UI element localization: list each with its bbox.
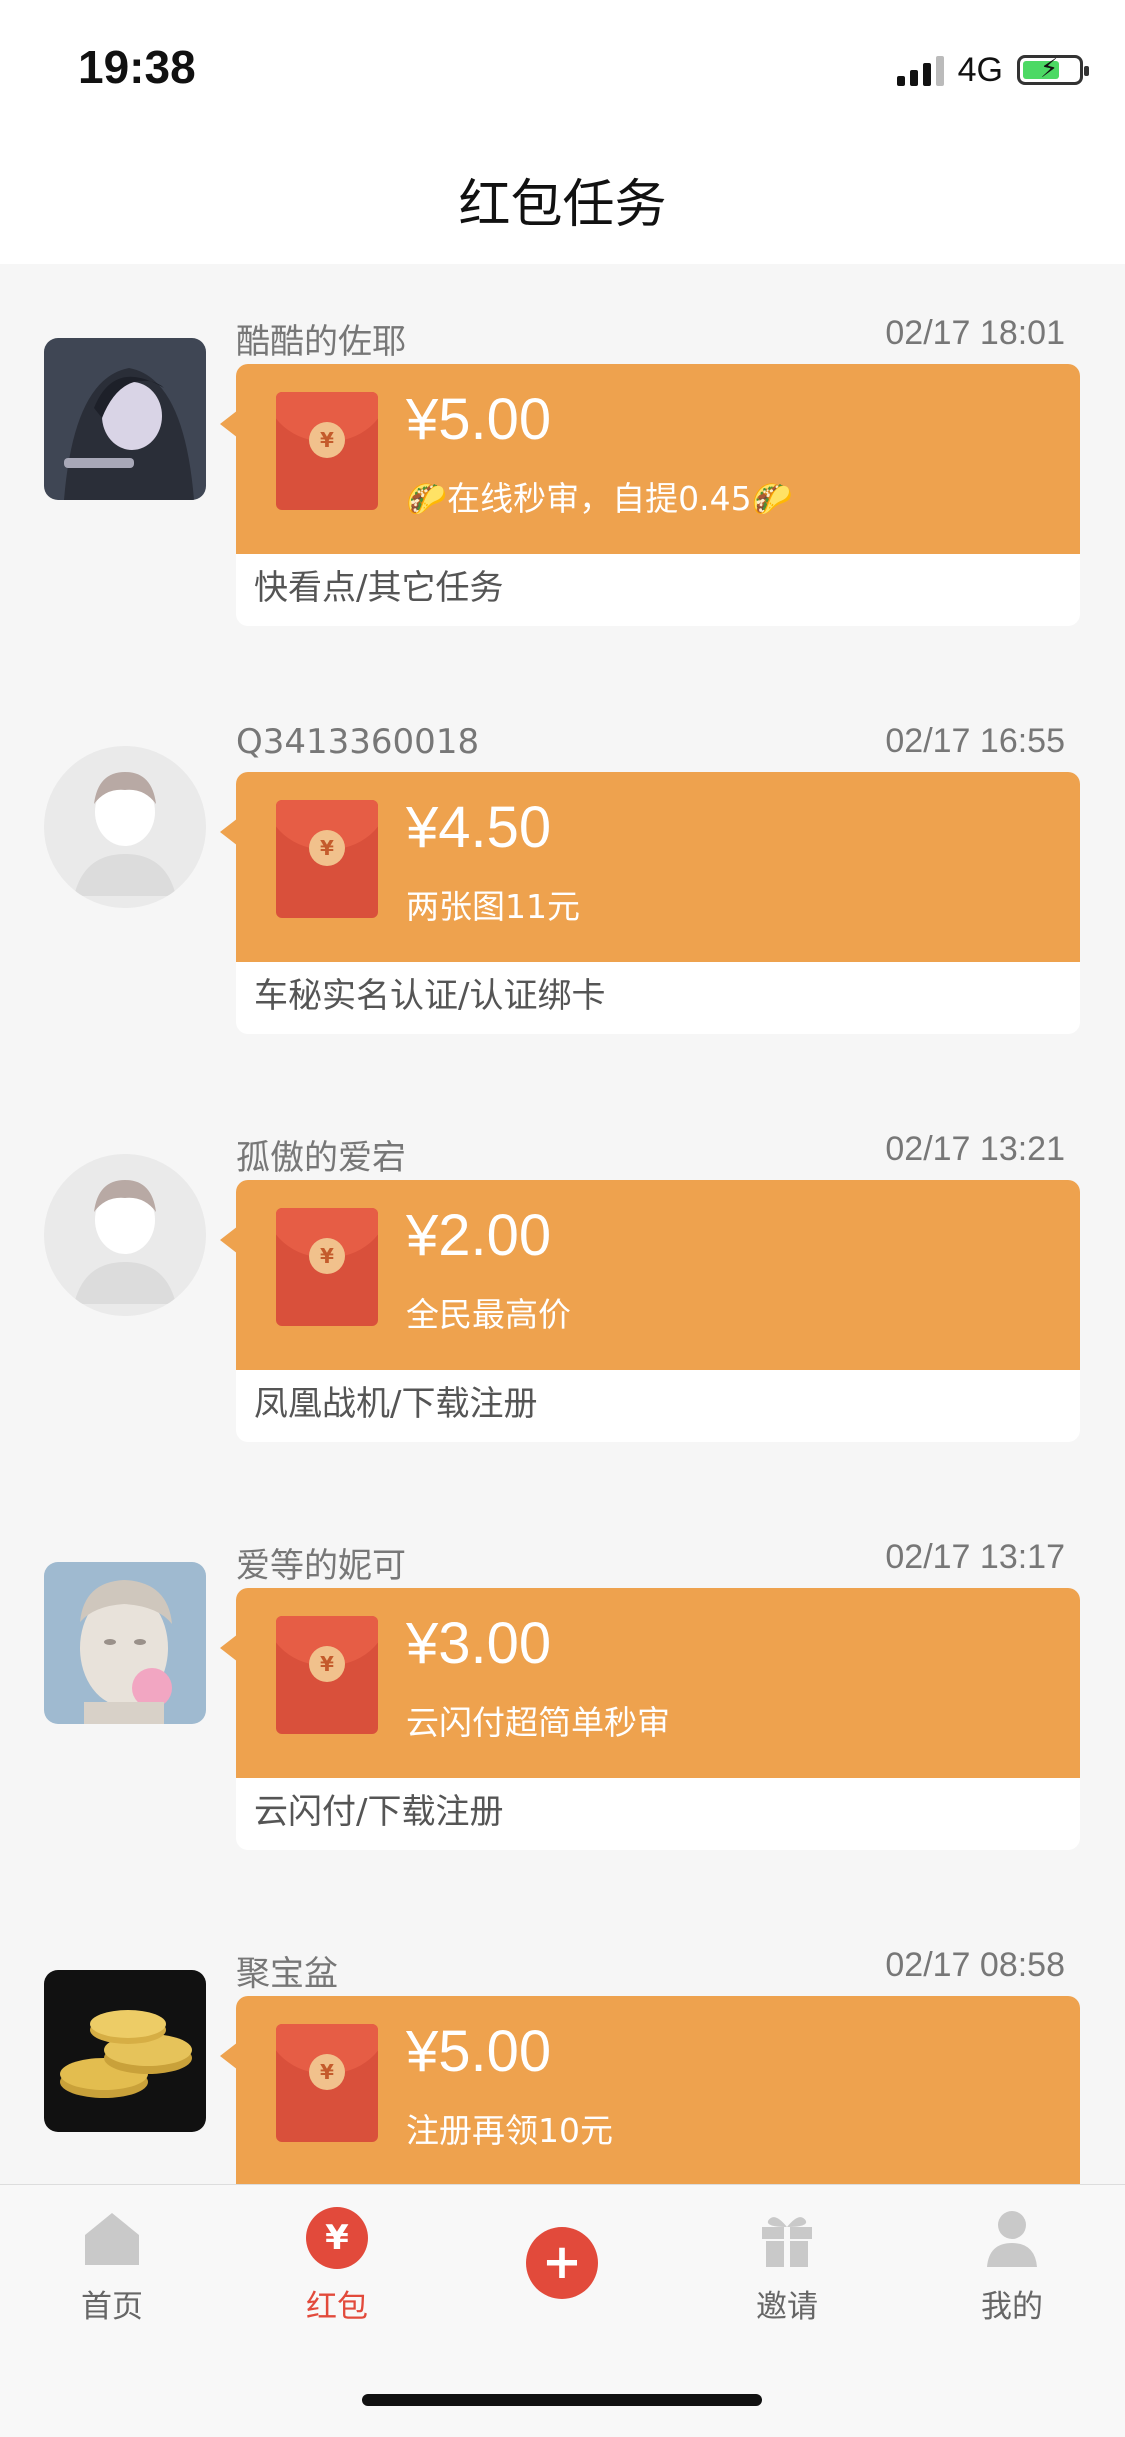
task-category: 快看点/其它任务: [254, 568, 504, 608]
task-category: 车秘实名认证/认证绑卡: [254, 976, 606, 1016]
username: 孤傲的爱宕: [236, 1138, 406, 1178]
reward-amount: ¥5.00: [406, 387, 552, 452]
person-icon: [981, 2207, 1043, 2269]
red-packet-card[interactable]: ¥ ¥4.50 两张图11元 车秘实名认证/认证绑卡: [236, 772, 1080, 1034]
task-description: 云闪付超简单秒审: [406, 1703, 670, 1742]
avatar[interactable]: [44, 1970, 206, 2132]
card-pointer: [220, 818, 238, 846]
post-time: 02/17 08:58: [885, 1946, 1065, 1984]
nav-bar: 红包任务: [0, 132, 1125, 264]
reward-amount: ¥4.50: [406, 795, 552, 860]
plus-icon: +: [526, 2227, 598, 2299]
home-icon: [81, 2207, 143, 2269]
tab-yuan-symbol: ¥: [306, 2207, 368, 2269]
task-description: 注册再领10元: [406, 2111, 613, 2150]
task-category: 云闪付/下载注册: [254, 1792, 504, 1832]
coin-icon: ¥: [309, 1238, 345, 1274]
list-item: 爱等的妮可 02/17 13:17 ¥ ¥3.00 云闪付超简单秒审 云闪付/下…: [0, 1488, 1125, 1896]
avatar[interactable]: [44, 746, 206, 908]
list-item: 孤傲的爱宕 02/17 13:21 ¥ ¥2.00 全民最高价 凤凰战机/下载注…: [0, 1080, 1125, 1488]
red-envelope-icon: ¥: [276, 1616, 378, 1734]
tab-home[interactable]: 首页: [42, 2207, 182, 2326]
coin-icon: ¥: [309, 422, 345, 458]
red-envelope-icon: ¥: [276, 392, 378, 510]
reward-amount: ¥3.00: [406, 1611, 552, 1676]
coin-icon: ¥: [309, 1646, 345, 1682]
red-envelope-icon: ¥: [276, 800, 378, 918]
red-packet-card[interactable]: ¥ ¥5.00 注册再领10元: [236, 1996, 1080, 2184]
username: 爱等的妮可: [236, 1546, 406, 1586]
signal-icon: [896, 54, 944, 86]
red-envelope-icon: ¥: [276, 1208, 378, 1326]
red-envelope-icon: ¥: [276, 2024, 378, 2142]
reward-amount: ¥2.00: [406, 1203, 552, 1268]
coin-icon: ¥: [309, 830, 345, 866]
status-time: 19:38: [78, 41, 196, 93]
network-label: 4G: [957, 50, 1003, 89]
task-category: 凤凰战机/下载注册: [254, 1384, 538, 1424]
coin-icon: ¥: [309, 2054, 345, 2090]
username: 酷酷的佐耶: [236, 322, 406, 362]
tab-mine[interactable]: 我的: [942, 2207, 1082, 2326]
card-pointer: [220, 2042, 238, 2070]
red-packet-card[interactable]: ¥ ¥5.00 🌮在线秒审，自提0.45🌮 快看点/其它任务: [236, 364, 1080, 626]
card-pointer: [220, 1226, 238, 1254]
post-time: 02/17 13:21: [885, 1130, 1065, 1168]
home-indicator[interactable]: [362, 2394, 762, 2406]
gift-icon: [756, 2207, 818, 2269]
post-time: 02/17 18:01: [885, 314, 1065, 352]
red-packet-card[interactable]: ¥ ¥2.00 全民最高价 凤凰战机/下载注册: [236, 1180, 1080, 1442]
list-item: Q3413360018 02/17 16:55 ¥ ¥4.50 两张图11元 车…: [0, 672, 1125, 1080]
avatar[interactable]: [44, 1154, 206, 1316]
tab-publish[interactable]: +: [492, 2227, 632, 2311]
list-item: 聚宝盆 02/17 08:58 ¥ ¥5.00 注册再领10元: [0, 1896, 1125, 2184]
reward-amount: ¥5.00: [406, 2019, 552, 2084]
username: Q3413360018: [236, 722, 480, 762]
tab-label: 邀请: [756, 2289, 818, 2325]
username: 聚宝盆: [236, 1954, 338, 1994]
tab-label: 首页: [81, 2289, 143, 2325]
task-description: 两张图11元: [406, 887, 580, 926]
tab-plus-symbol: +: [526, 2227, 598, 2299]
tab-label: 我的: [981, 2289, 1043, 2325]
post-time: 02/17 13:17: [885, 1538, 1065, 1576]
task-feed[interactable]: 酷酷的佐耶 02/17 18:01 ¥ ¥5.00 🌮在线秒审，自提0.45🌮 …: [0, 264, 1125, 2184]
card-pointer: [220, 410, 238, 438]
card-pointer: [220, 1634, 238, 1662]
task-description: 🌮在线秒审，自提0.45🌮: [406, 479, 793, 518]
page-title: 红包任务: [458, 175, 667, 235]
status-bar: 19:38 4G ⚡: [0, 0, 1125, 132]
avatar[interactable]: [44, 1562, 206, 1724]
yuan-icon: ¥: [306, 2207, 368, 2269]
tab-red-packet[interactable]: ¥ 红包: [267, 2207, 407, 2326]
task-description: 全民最高价: [406, 1295, 571, 1334]
red-packet-card[interactable]: ¥ ¥3.00 云闪付超简单秒审 云闪付/下载注册: [236, 1588, 1080, 1850]
tab-invite[interactable]: 邀请: [717, 2207, 857, 2326]
status-icons: 4G ⚡: [896, 48, 1089, 92]
tab-label: 红包: [306, 2289, 368, 2325]
avatar[interactable]: [44, 338, 206, 500]
post-time: 02/17 16:55: [885, 722, 1065, 760]
list-item: 酷酷的佐耶 02/17 18:01 ¥ ¥5.00 🌮在线秒审，自提0.45🌮 …: [0, 264, 1125, 672]
battery-icon: ⚡: [1017, 54, 1089, 85]
